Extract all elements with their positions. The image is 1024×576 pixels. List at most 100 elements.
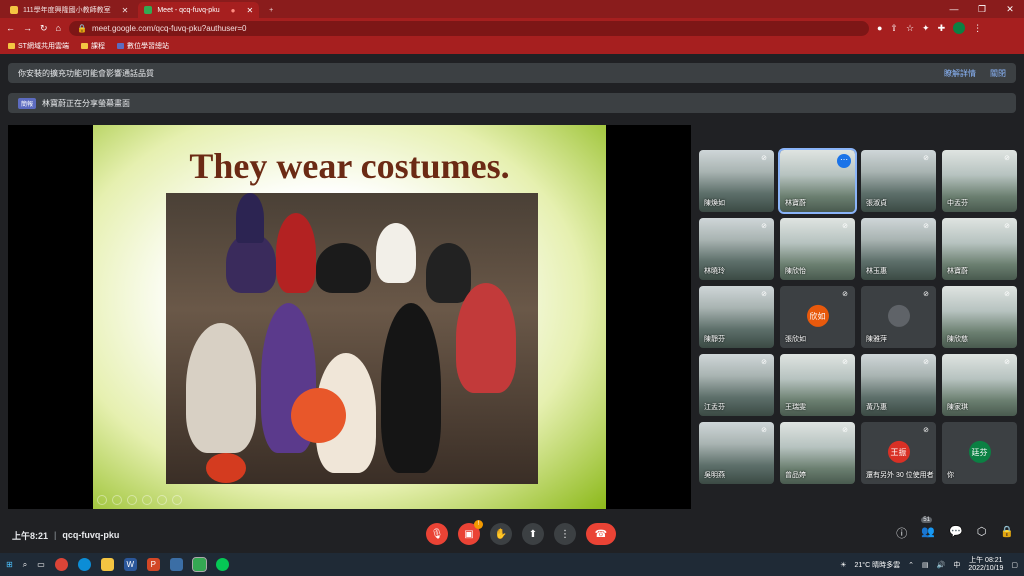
edge-icon[interactable] <box>77 558 91 571</box>
participant-tile[interactable]: ⊘ 張淑貞 <box>861 150 936 212</box>
new-tab-button[interactable]: + <box>263 2 279 18</box>
notification-icon[interactable]: ▢ <box>1011 561 1018 569</box>
extension-warning-banner: 你安裝的擴充功能可能會影響通話品質 瞭解詳情 關閉 <box>8 63 1016 83</box>
tab-classroom[interactable]: 111學年度興隆國小教師教室 ✕ <box>4 2 134 18</box>
taskbar-clock[interactable]: 上午 08:21 2022/10/19 <box>968 557 1003 573</box>
bookmark-item[interactable]: 課程 <box>80 41 105 51</box>
prev-slide-icon[interactable] <box>97 495 107 505</box>
dismiss-link[interactable]: 關閉 <box>990 68 1006 79</box>
participant-tile[interactable]: ⊘ 吳明燕 <box>699 422 774 484</box>
search-icon[interactable]: ⌕ <box>23 560 27 570</box>
participant-tile[interactable]: ⊘ 林曉玲 <box>699 218 774 280</box>
site-icon <box>116 43 124 49</box>
participant-tile[interactable]: ⊘ 陳欣怡 <box>780 218 855 280</box>
powerpoint-icon[interactable]: P <box>146 558 160 571</box>
participant-tile[interactable]: ⊘ 陳煥如 <box>699 150 774 212</box>
meet-taskbar-icon[interactable] <box>191 557 207 572</box>
task-view-icon[interactable]: ▭ <box>37 560 45 569</box>
mic-muted-icon: ⊘ <box>923 359 929 366</box>
folder-icon <box>80 43 88 49</box>
slides-icon[interactable] <box>142 495 152 505</box>
home-icon[interactable]: ⌂ <box>56 23 61 33</box>
participant-tile[interactable]: ⊘ 陳雅萍 <box>861 286 936 348</box>
mic-muted-icon: ⊘ <box>1004 359 1010 366</box>
close-window-button[interactable]: ✕ <box>996 0 1024 18</box>
mic-muted-icon: ⊘ <box>842 359 848 366</box>
file-explorer-icon[interactable] <box>100 558 114 571</box>
participant-tile[interactable]: ⊘ 中孟芬 <box>942 150 1017 212</box>
forward-icon[interactable]: → <box>23 23 32 33</box>
participant-name: 林寶蔚 <box>785 200 806 207</box>
puzzle-icon[interactable]: ✚ <box>938 23 946 34</box>
input-language[interactable]: 中 <box>953 560 960 570</box>
info-icon[interactable]: ⓘ <box>896 525 907 541</box>
chrome-icon[interactable] <box>54 558 68 571</box>
close-icon[interactable]: ✕ <box>246 6 253 15</box>
line-icon[interactable] <box>215 558 229 571</box>
participant-name: 林寶蔚 <box>947 268 968 275</box>
participant-tile[interactable]: 王振 ⊘ 還有另外 30 位使用者 <box>861 422 936 484</box>
mic-toggle-button[interactable]: 🎙 <box>426 523 448 545</box>
participant-count: 51 <box>921 517 932 523</box>
more-options-button[interactable]: ⋮ <box>554 523 576 545</box>
participant-tile[interactable]: ⊘ 林寶蔚 <box>942 218 1017 280</box>
learn-more-link[interactable]: 瞭解詳情 <box>944 68 976 79</box>
bookmark-item[interactable]: 數位學習總站 <box>116 41 169 51</box>
extension-icon[interactable]: ✦ <box>922 23 930 34</box>
leave-call-button[interactable]: ☎ <box>586 523 616 545</box>
hangup-icon: ☎ <box>594 528 608 540</box>
activities-icon[interactable]: ⬡ <box>977 525 987 541</box>
camera-toggle-button[interactable]: ▣! <box>458 520 483 545</box>
profile-avatar[interactable] <box>953 22 966 34</box>
pen-icon[interactable] <box>127 495 137 505</box>
back-icon[interactable]: ← <box>6 23 15 33</box>
mic-muted-icon: ⊘ <box>761 291 767 298</box>
address-bar[interactable]: 🔒 meet.google.com/qcq-fuvq-pku?authuser=… <box>68 20 869 36</box>
mic-muted-icon: ⊘ <box>842 223 848 230</box>
reload-icon[interactable]: ↻ <box>40 23 48 34</box>
network-icon[interactable]: ▤ <box>922 561 929 569</box>
volume-icon[interactable]: 🔊 <box>937 561 946 569</box>
mic-muted-icon: ⊘ <box>923 427 929 434</box>
chat-icon[interactable]: 💬 <box>949 525 963 541</box>
participant-tile[interactable]: ⊘ 曾品婷 <box>780 422 855 484</box>
participant-tile[interactable]: ⊘ 黃乃惠 <box>861 354 936 416</box>
bookmark-item[interactable]: ST網域共用雲端 <box>8 41 69 51</box>
next-slide-icon[interactable] <box>112 495 122 505</box>
star-icon[interactable]: ☆ <box>906 23 914 34</box>
more-options-icon[interactable] <box>172 495 182 505</box>
participant-tile[interactable]: ⊘ 林玉惠 <box>861 218 936 280</box>
close-icon[interactable]: ✕ <box>122 6 129 15</box>
mic-muted-icon: ⊘ <box>842 427 848 434</box>
windows-start-icon[interactable]: ⊞ <box>6 560 13 569</box>
minimize-button[interactable]: — <box>940 0 968 18</box>
maximize-button[interactable]: ❐ <box>968 0 996 18</box>
menu-icon[interactable]: ⋮ <box>973 23 982 34</box>
host-controls-icon[interactable]: 🔒 <box>1000 525 1014 541</box>
mic-muted-icon: ⊘ <box>842 291 848 298</box>
presenting-text: 林寶蔚正在分享螢幕畫面 <box>42 98 131 108</box>
participant-tile[interactable]: ⊘ 陳靜芬 <box>699 286 774 348</box>
zoom-icon[interactable] <box>157 495 167 505</box>
tab-meet[interactable]: Meet - qcq-fuvq-pku ● ✕ <box>138 2 260 18</box>
participant-tile[interactable]: 廷芬你 <box>942 422 1017 484</box>
participant-tile[interactable]: ⊘ 王瑞雯 <box>780 354 855 416</box>
app-icon[interactable] <box>169 558 183 571</box>
people-button[interactable]: 51 👥 <box>921 517 935 541</box>
participant-tile[interactable]: ⊘ 陳欣慈 <box>942 286 1017 348</box>
participant-name: 陳欣怡 <box>785 268 806 275</box>
mic-muted-icon: ⊘ <box>923 223 929 230</box>
participant-tile[interactable]: ⊘ 陳家琪 <box>942 354 1017 416</box>
camera-icon[interactable]: ● <box>877 23 882 33</box>
share-icon[interactable]: ⇪ <box>890 23 898 34</box>
participant-tile[interactable]: 欣如 ⊘ 張欣如 <box>780 286 855 348</box>
shared-screen: They wear costumes. <box>8 125 691 509</box>
raise-hand-button[interactable]: ✋ <box>490 523 512 545</box>
present-button[interactable]: ⬆ <box>522 523 544 545</box>
tray-chevron-icon[interactable]: ⌃ <box>908 561 914 569</box>
participant-tile[interactable]: ⊘ 江孟芬 <box>699 354 774 416</box>
meeting-time: 上午8:21 <box>12 530 49 541</box>
more-options-icon[interactable]: ⋯ <box>837 154 851 168</box>
word-icon[interactable]: W <box>123 558 137 571</box>
participant-tile[interactable]: ⋯ 林寶蔚 <box>778 148 857 214</box>
